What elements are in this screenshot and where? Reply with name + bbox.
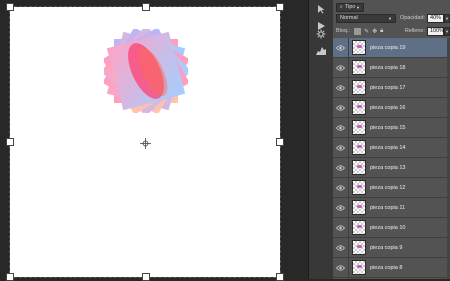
histogram-icon[interactable] (313, 42, 329, 58)
transform-handle-bottom-left[interactable] (6, 273, 14, 281)
lock-label: Bloq.: (336, 28, 351, 34)
fill-slider-toggle[interactable]: ▼ (444, 26, 450, 36)
layer-name: pieza copia 13 (370, 164, 406, 171)
layer-filter-dropdown[interactable]: ⌕ Tipo ▼ (336, 2, 364, 12)
opacity-value: 40% (430, 15, 442, 21)
layer-thumbnail (352, 260, 366, 275)
opacity-field[interactable]: 40% (427, 13, 445, 23)
document-canvas[interactable] (6, 3, 284, 281)
pivot-crosshair-icon[interactable] (140, 138, 151, 149)
lock-transparent-pixels-icon[interactable] (354, 27, 362, 35)
layer-thumbnail (352, 240, 366, 255)
layer-name: pieza copia 19 (370, 44, 406, 51)
layer-row[interactable]: pieza copia 16 (333, 97, 450, 118)
visibility-eye-icon[interactable] (333, 217, 349, 238)
visibility-eye-icon[interactable] (333, 237, 349, 258)
layer-thumbnail (352, 60, 366, 75)
blend-mode-dropdown[interactable]: Normal ▼ (336, 13, 396, 23)
layer-row[interactable]: pieza copia 17 (333, 77, 450, 98)
blend-opacity-row: Normal ▼ Opacidad: 40% ▼ (333, 12, 450, 24)
visibility-eye-icon[interactable] (333, 197, 349, 218)
transform-handle-top-right[interactable] (276, 3, 284, 11)
layers-panel: ⌕ Tipo ▼ Normal ▼ Opacidad: 40% ▼ Bloq.:… (333, 0, 450, 279)
opacity-label: Opacidad: (399, 15, 426, 21)
layer-row[interactable]: pieza copia 15 (333, 117, 450, 138)
transform-handle-bottom-center[interactable] (142, 273, 150, 281)
gear-icon[interactable] (313, 26, 329, 42)
visibility-eye-icon[interactable] (333, 97, 349, 118)
transform-handle-top-center[interactable] (142, 3, 150, 11)
transform-handle-middle-left[interactable] (6, 138, 14, 146)
visibility-eye-icon[interactable] (333, 117, 349, 138)
layer-row[interactable]: pieza copia 18 (333, 57, 450, 78)
layer-row[interactable]: pieza copia 9 (333, 237, 450, 258)
layer-name: pieza copia 10 (370, 224, 406, 231)
visibility-eye-icon[interactable] (333, 177, 349, 198)
layer-row[interactable]: pieza copia 11 (333, 197, 450, 218)
layer-name: pieza copia 14 (370, 144, 406, 151)
layer-name: pieza copia 9 (370, 244, 403, 251)
filter-label: Tipo (344, 4, 356, 10)
layer-thumbnail (352, 140, 366, 155)
fill-field[interactable]: 100% (427, 26, 445, 36)
layers-list[interactable]: pieza copia 19 pieza copia 18 pieza copi… (333, 37, 450, 278)
blend-mode-value: Normal (340, 15, 358, 21)
layer-thumbnail (352, 100, 366, 115)
layer-name: pieza copia 11 (370, 204, 406, 211)
chevron-down-icon: ▼ (387, 15, 392, 21)
transform-handle-bottom-right[interactable] (276, 273, 284, 281)
layer-name: pieza copia 12 (370, 184, 406, 191)
visibility-eye-icon[interactable] (333, 57, 349, 78)
layer-thumbnail (352, 80, 366, 95)
layer-row[interactable]: pieza copia 14 (333, 137, 450, 158)
layer-row[interactable]: pieza copia 8 (333, 257, 450, 278)
layer-row[interactable]: pieza copia 12 (333, 177, 450, 198)
visibility-eye-icon[interactable] (333, 157, 349, 178)
layer-name: pieza copia 8 (370, 264, 403, 271)
layer-thumbnail (352, 180, 366, 195)
lock-image-pixels-icon[interactable]: ✎ (364, 28, 369, 35)
layer-row[interactable]: pieza copia 13 (333, 157, 450, 178)
canvas-area[interactable] (0, 0, 308, 281)
layer-name: pieza copia 15 (370, 124, 406, 131)
panel-tools-column (308, 0, 334, 279)
layer-name: pieza copia 17 (370, 84, 406, 91)
layer-thumbnail (352, 220, 366, 235)
visibility-eye-icon[interactable] (333, 137, 349, 158)
search-icon: ⌕ (340, 4, 343, 10)
artwork-composite (104, 29, 188, 113)
layer-name: pieza copia 18 (370, 64, 406, 71)
transform-handle-middle-right[interactable] (276, 138, 284, 146)
lock-position-icon[interactable]: ✥ (372, 28, 377, 35)
layer-row[interactable]: pieza copia 10 (333, 217, 450, 238)
fill-value: 100% (430, 28, 445, 34)
visibility-eye-icon[interactable] (333, 257, 349, 278)
layer-name: pieza copia 16 (370, 104, 406, 111)
fill-label: Relleno: (404, 28, 425, 34)
layer-thumbnail (352, 40, 366, 55)
opacity-slider-toggle[interactable]: ▼ (444, 13, 450, 23)
layer-thumbnail (352, 200, 366, 215)
visibility-eye-icon[interactable] (333, 37, 349, 58)
arrow-icon[interactable] (313, 1, 329, 17)
chevron-down-icon: ▼ (356, 4, 360, 10)
transform-handle-top-left[interactable] (6, 3, 14, 11)
layer-thumbnail (352, 120, 366, 135)
lock-fill-row: Bloq.: ✎ ✥ 🔒︎ Relleno: 100% ▼ (333, 25, 450, 37)
visibility-eye-icon[interactable] (333, 77, 349, 98)
layer-row[interactable]: pieza copia 19 (333, 37, 450, 58)
layer-thumbnail (352, 160, 366, 175)
lock-all-icon[interactable]: 🔒︎ (380, 28, 383, 35)
